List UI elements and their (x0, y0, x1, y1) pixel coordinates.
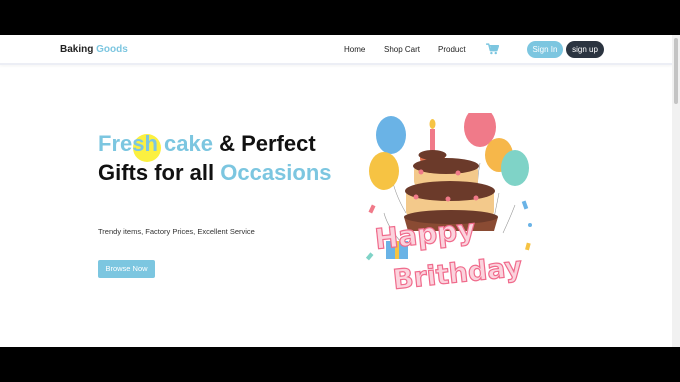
balloon-teal (501, 150, 529, 186)
browse-now-button[interactable]: Browse Now (98, 260, 155, 278)
shopping-cart-icon[interactable] (486, 43, 499, 55)
balloon-blue (376, 116, 406, 154)
brand-logo[interactable]: Baking Goods (60, 44, 128, 55)
hero-heading-accent-occasions: Occasions (220, 160, 332, 185)
browser-viewport: Baking Goods Home Shop Cart Product Sign… (0, 35, 680, 347)
video-letterbox-top (0, 0, 680, 35)
video-letterbox-bottom (0, 347, 680, 382)
birthday-cake-illustration: Happy Brithday (365, 113, 532, 297)
navbar: Baking Goods Home Shop Cart Product Sign… (0, 35, 672, 65)
hero-heading-accent-fresh-cake: Fresh cake (98, 131, 213, 156)
brand-name: Baking (60, 44, 94, 55)
balloon-yellow (369, 152, 399, 190)
happy-birthday-text-line1: Happy (373, 213, 477, 256)
sign-in-button[interactable]: Sign In (527, 41, 563, 58)
scrollbar-thumb[interactable] (674, 38, 678, 104)
brand-name-accent: Goods (96, 44, 128, 55)
nav-link-product[interactable]: Product (438, 45, 466, 54)
scrollbar[interactable] (672, 35, 680, 347)
happy-birthday-text-line2: Brithday (391, 252, 524, 296)
hero-subtitle: Trendy items, Factory Prices, Excellent … (98, 227, 255, 236)
nav-link-shop-cart[interactable]: Shop Cart (384, 45, 420, 54)
hero-heading: Fresh cake & Perfect Gifts for all Occas… (98, 129, 348, 187)
nav-link-home[interactable]: Home (344, 45, 365, 54)
sign-up-button[interactable]: sign up (566, 41, 604, 58)
